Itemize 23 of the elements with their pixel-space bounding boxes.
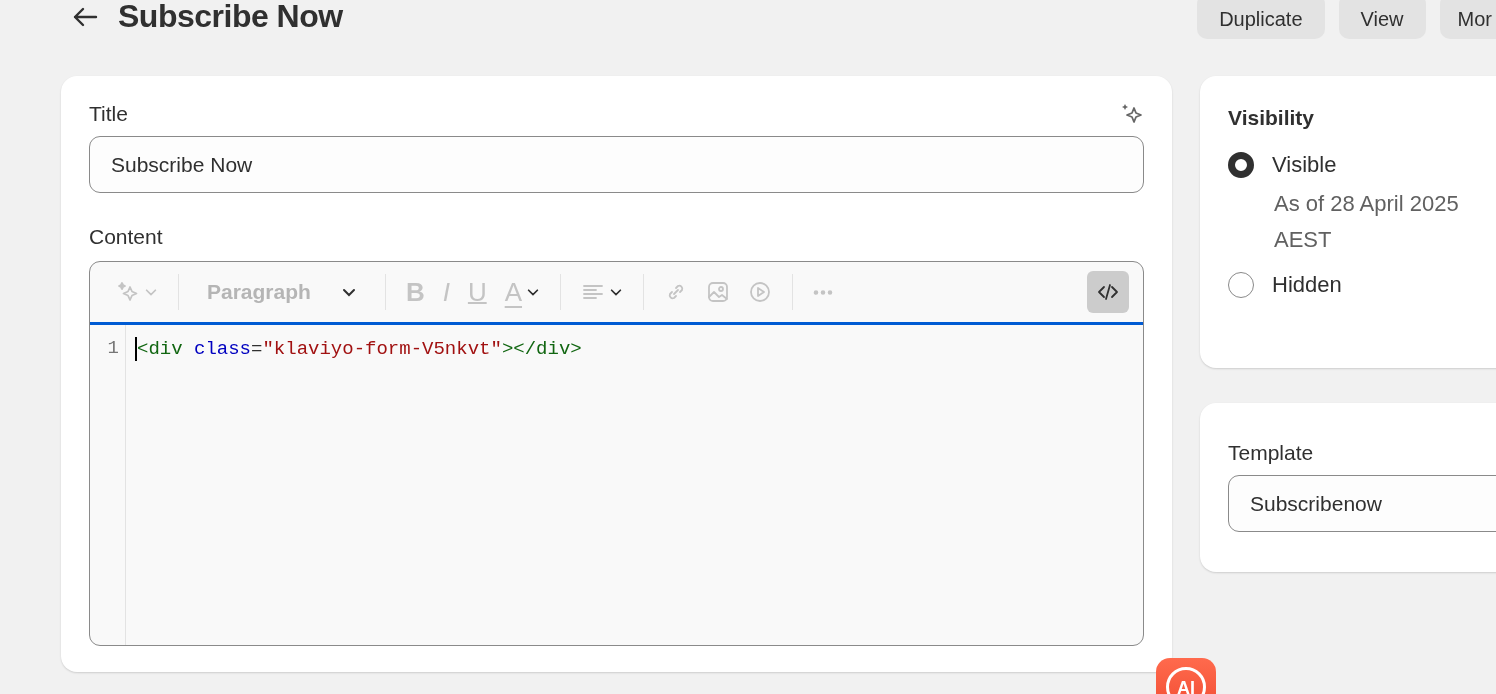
action-button[interactable]: Mor xyxy=(1439,0,1496,39)
code-toolbar-button[interactable] xyxy=(1087,271,1129,313)
action-button[interactable]: View xyxy=(1338,0,1426,39)
radio-label[interactable]: Visible xyxy=(1272,152,1337,178)
page-title: Subscribe Now xyxy=(118,0,343,35)
sparkle-icon xyxy=(116,280,140,304)
play-circle-icon xyxy=(748,280,772,304)
action-button[interactable]: Duplicate xyxy=(1197,0,1325,39)
visibility-note: As of 28 April 2025 AEST xyxy=(1274,190,1460,254)
template-select[interactable]: Subscribenow xyxy=(1228,475,1496,532)
code-line: <div class="klaviyo-form-V5nkvt"></div> xyxy=(135,337,582,361)
card-title: Visibility xyxy=(1228,106,1315,130)
image-icon xyxy=(706,280,730,304)
radio-button[interactable] xyxy=(1228,152,1254,178)
radio-label[interactable]: Hidden xyxy=(1272,272,1342,298)
more-dots-icon xyxy=(813,289,833,295)
field-label: Template xyxy=(1228,441,1314,464)
field-label: Title xyxy=(89,102,128,126)
title-input[interactable]: Subscribe Now xyxy=(89,136,1144,193)
line-number: 1 xyxy=(107,337,119,359)
sparkle-icon[interactable] xyxy=(1120,102,1144,126)
field-label: Content xyxy=(89,225,164,249)
back-arrow-icon[interactable] xyxy=(72,6,98,27)
